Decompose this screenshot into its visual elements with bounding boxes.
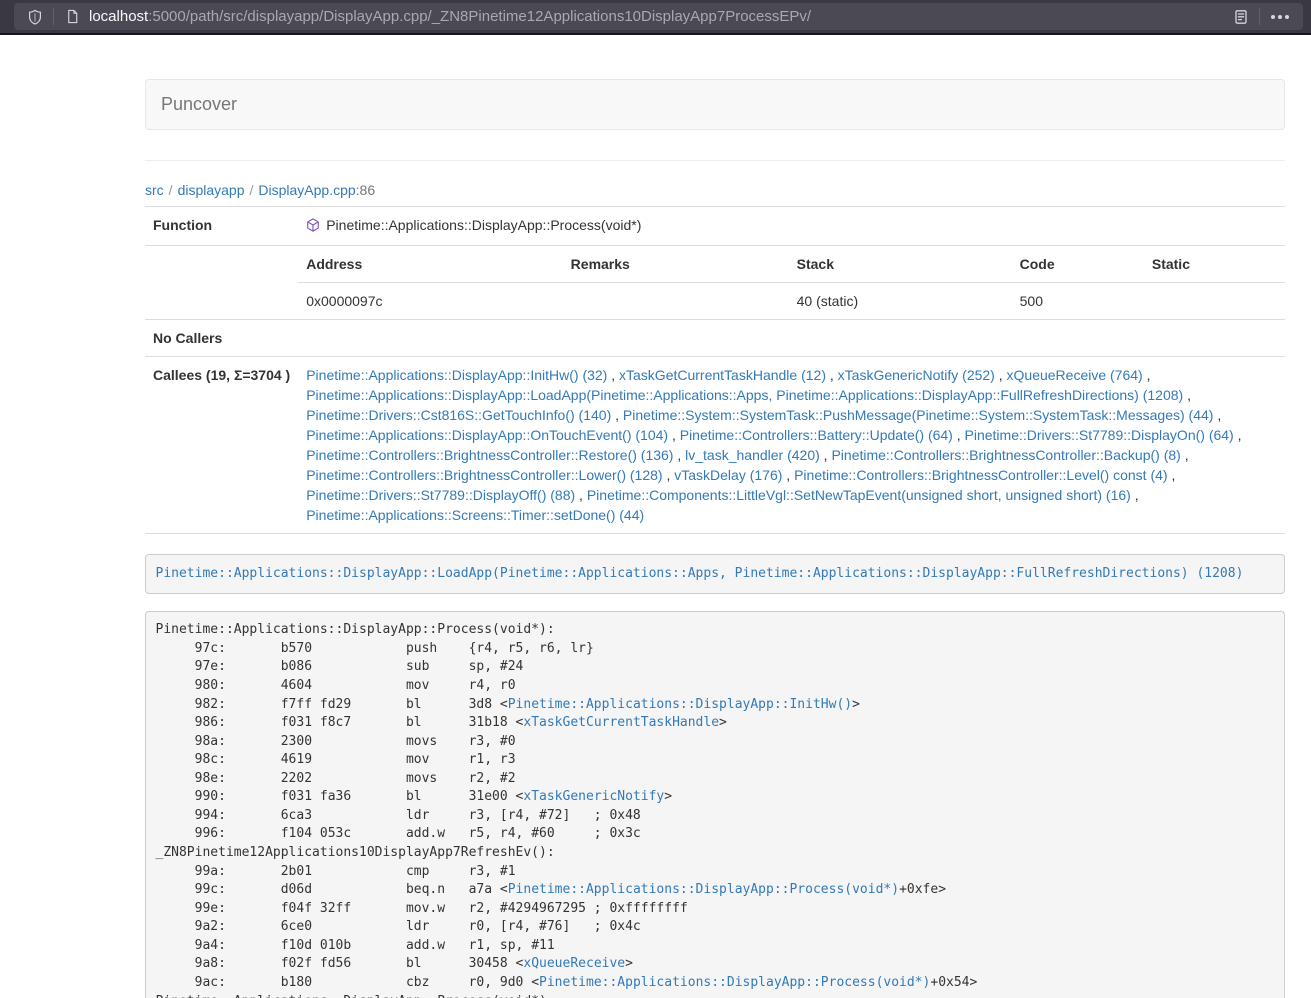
page-info-icon[interactable] <box>61 6 83 28</box>
shield-icon[interactable] <box>24 6 46 28</box>
disassembly: Pinetime::Applications::DisplayApp::Proc… <box>145 611 1285 998</box>
function-label: Function <box>145 207 298 246</box>
static-value <box>1144 283 1285 320</box>
selected-callee-link[interactable]: Pinetime::Applications::DisplayApp::Load… <box>156 566 1244 581</box>
stack-value: 40 (static) <box>789 283 1012 320</box>
callee-link[interactable]: Pinetime::Drivers::St7789::DisplayOn() (… <box>965 427 1234 443</box>
callee-link[interactable]: xTaskGenericNotify (252) <box>838 367 995 383</box>
callee-link[interactable]: Pinetime::Applications::DisplayApp::Init… <box>306 367 607 383</box>
page-actions-icon[interactable] <box>1267 15 1293 19</box>
callee-link[interactable]: lv_task_handler (420) <box>685 447 820 463</box>
breadcrumb-line-number: :86 <box>356 182 375 198</box>
callee-link[interactable]: xQueueReceive (764) <box>1007 367 1143 383</box>
callees-label: Callees (19, Σ=3704 ) <box>145 357 298 534</box>
code-value: 500 <box>1012 283 1144 320</box>
code-symbol-link[interactable]: Pinetime::Applications::DisplayApp::Proc… <box>539 975 930 990</box>
package-icon <box>306 217 320 237</box>
brand-link[interactable]: Puncover <box>146 94 252 115</box>
function-name-cell: Pinetime::Applications::DisplayApp::Proc… <box>298 207 1285 246</box>
callers-row: No Callers <box>145 320 1285 357</box>
urlbar-divider <box>1259 8 1260 25</box>
callee-link[interactable]: Pinetime::Controllers::BrightnessControl… <box>831 447 1180 463</box>
function-row: Function Pinetime::Applications::Display… <box>145 207 1285 246</box>
urlbar-divider <box>53 8 54 25</box>
no-callers-label: No Callers <box>145 320 298 357</box>
page-content: Puncover src/displayapp/DisplayApp.cpp:8… <box>145 79 1285 998</box>
metrics-row: Address Remarks Stack Code Static 0x0000… <box>145 246 1285 320</box>
remarks-value <box>563 283 789 320</box>
breadcrumb-link-displayapp[interactable]: displayapp <box>178 182 245 198</box>
metrics-header-row: Address Remarks Stack Code Static <box>298 246 1285 283</box>
code-symbol-link[interactable]: Pinetime::Applications::DisplayApp::Init… <box>508 697 852 712</box>
callee-link[interactable]: Pinetime::Applications::DisplayApp::Load… <box>306 387 1183 403</box>
callee-link[interactable]: Pinetime::Controllers::BrightnessControl… <box>306 467 662 483</box>
callee-link[interactable]: Pinetime::Controllers::BrightnessControl… <box>306 447 673 463</box>
callee-link[interactable]: Pinetime::Controllers::Battery::Update()… <box>680 427 953 443</box>
selected-callee-box: Pinetime::Applications::DisplayApp::Load… <box>145 554 1285 594</box>
metrics-cell: Address Remarks Stack Code Static 0x0000… <box>298 246 1285 320</box>
col-code: Code <box>1012 246 1144 283</box>
breadcrumb-separator: / <box>250 182 254 198</box>
divider <box>145 160 1285 161</box>
callers-cell <box>298 320 1285 357</box>
metrics-table: Address Remarks Stack Code Static 0x0000… <box>298 246 1285 319</box>
callee-link[interactable]: Pinetime::Applications::DisplayApp::OnTo… <box>306 427 668 443</box>
navbar: Puncover <box>145 79 1285 130</box>
code-symbol-link[interactable]: Pinetime::Applications::DisplayApp::Proc… <box>508 882 899 897</box>
callees-row: Callees (19, Σ=3704 ) Pinetime::Applicat… <box>145 357 1285 534</box>
callee-link[interactable]: Pinetime::Drivers::St7789::DisplayOff() … <box>306 487 575 503</box>
breadcrumb: src/displayapp/DisplayApp.cpp:86 <box>145 182 1285 198</box>
breadcrumb-link-src[interactable]: src <box>145 182 164 198</box>
code-symbol-link[interactable]: xTaskGenericNotify <box>523 789 664 804</box>
browser-toolbar: localhost:5000/path/src/displayapp/Displ… <box>0 0 1311 35</box>
function-name: Pinetime::Applications::DisplayApp::Proc… <box>326 217 641 233</box>
callee-link[interactable]: xTaskGetCurrentTaskHandle (12) <box>619 367 826 383</box>
callee-link[interactable]: Pinetime::Controllers::BrightnessControl… <box>794 467 1167 483</box>
symbol-table: Function Pinetime::Applications::Display… <box>145 206 1285 534</box>
callee-link[interactable]: Pinetime::Applications::Screens::Timer::… <box>306 507 644 523</box>
breadcrumb-separator: / <box>169 182 173 198</box>
url-bar[interactable]: localhost:5000/path/src/displayapp/Displ… <box>14 3 1303 30</box>
callee-link[interactable]: Pinetime::Components::LittleVgl::SetNewT… <box>587 487 1131 503</box>
reader-mode-icon[interactable] <box>1230 6 1252 28</box>
callees-cell: Pinetime::Applications::DisplayApp::Init… <box>298 357 1285 534</box>
callee-link[interactable]: Pinetime::System::SystemTask::PushMessag… <box>623 407 1214 423</box>
col-static: Static <box>1144 246 1285 283</box>
address-value: 0x0000097c <box>298 283 562 320</box>
url-host: localhost <box>89 8 148 25</box>
url-text[interactable]: localhost:5000/path/src/displayapp/Displ… <box>89 8 1230 25</box>
col-remarks: Remarks <box>563 246 789 283</box>
col-address: Address <box>298 246 562 283</box>
url-path: :5000/path/src/displayapp/DisplayApp.cpp… <box>148 8 811 25</box>
callee-link[interactable]: vTaskDelay (176) <box>674 467 782 483</box>
code-symbol-link[interactable]: xQueueReceive <box>523 956 625 971</box>
col-stack: Stack <box>789 246 1012 283</box>
metrics-empty-cell <box>145 246 298 320</box>
callee-link[interactable]: Pinetime::Drivers::Cst816S::GetTouchInfo… <box>306 407 611 423</box>
breadcrumb-link-file[interactable]: DisplayApp.cpp <box>258 182 355 198</box>
metrics-value-row: 0x0000097c 40 (static) 500 <box>298 283 1285 320</box>
code-symbol-link[interactable]: xTaskGetCurrentTaskHandle <box>523 715 719 730</box>
